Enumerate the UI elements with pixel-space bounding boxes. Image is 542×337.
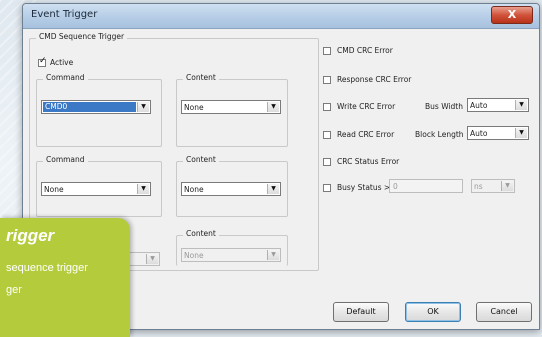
block-length-value: Auto [470, 129, 488, 138]
cmd-crc-error-label: CMD CRC Error [337, 46, 393, 55]
command-select-1[interactable]: CMD0 ▼ [41, 100, 151, 114]
content-label-3: Content [183, 229, 219, 238]
block-length-select[interactable]: Auto ▼ [467, 126, 529, 140]
command-value-1: CMD0 [43, 102, 136, 112]
busy-status-checkbox[interactable] [323, 184, 331, 192]
chevron-down-icon: ▼ [137, 102, 149, 112]
command-select-3[interactable]: ▼ [128, 252, 160, 266]
chevron-down-icon: ▼ [146, 254, 158, 264]
title-bar[interactable]: Event Trigger X [23, 4, 539, 29]
chevron-down-icon: ▼ [267, 102, 279, 112]
read-crc-error-checkbox[interactable] [323, 131, 331, 139]
content-label-2: Content [183, 155, 219, 164]
content-group-2: Content None ▼ [176, 155, 288, 217]
window-title: Event Trigger [31, 9, 98, 20]
response-crc-error-checkbox[interactable] [323, 76, 331, 84]
command-value-2: None [44, 185, 64, 194]
content-group-3: Content None ▼ [176, 229, 288, 266]
command-label-1: Command [43, 73, 88, 82]
crc-status-error-checkbox[interactable] [323, 158, 331, 166]
busy-unit-value: ns [474, 182, 483, 191]
chevron-down-icon: ▼ [515, 128, 527, 138]
read-crc-error-label: Read CRC Error [337, 130, 395, 139]
cmd-crc-error-checkbox[interactable] [323, 47, 331, 55]
callout-line-1: sequence trigger [6, 262, 88, 274]
write-crc-error-checkbox[interactable] [323, 103, 331, 111]
callout-line-2: ger [6, 284, 22, 296]
command-group-2: Command None ▼ [36, 155, 162, 217]
bus-width-select[interactable]: Auto ▼ [467, 98, 529, 112]
content-label-1: Content [183, 73, 219, 82]
busy-unit-select[interactable]: ns ▼ [471, 179, 515, 193]
content-value-2: None [184, 185, 204, 194]
busy-value: 0 [393, 182, 398, 191]
busy-value-input[interactable]: 0 [389, 179, 463, 193]
chevron-down-icon: ▼ [267, 184, 279, 194]
busy-status-label: Busy Status >= [337, 183, 397, 192]
callout-title: rigger [6, 226, 55, 245]
crc-status-error-label: CRC Status Error [337, 157, 400, 166]
default-button[interactable]: Default [333, 302, 389, 322]
content-group-1: Content None ▼ [176, 73, 288, 147]
content-select-2[interactable]: None ▼ [181, 182, 281, 196]
write-crc-error-label: Write CRC Error [337, 102, 396, 111]
promo-callout: rigger sequence trigger ger [0, 218, 130, 337]
bus-width-value: Auto [470, 101, 488, 110]
chevron-down-icon: ▼ [267, 250, 279, 260]
command-group-1: Command CMD0 ▼ [36, 73, 162, 147]
content-value-3: None [184, 251, 204, 260]
chevron-down-icon: ▼ [501, 181, 513, 191]
ok-button[interactable]: OK [405, 302, 461, 322]
cmd-sequence-label: CMD Sequence Trigger [36, 32, 128, 41]
response-crc-error-label: Response CRC Error [337, 75, 412, 84]
active-checkbox[interactable] [38, 56, 47, 67]
content-select-3[interactable]: None ▼ [181, 248, 281, 262]
block-length-label: Block Length [415, 130, 464, 139]
command-label-2: Command [43, 155, 88, 164]
close-icon: X [507, 8, 517, 21]
bus-width-label: Bus Width [425, 102, 463, 111]
active-label: Active [50, 58, 74, 67]
content-select-1[interactable]: None ▼ [181, 100, 281, 114]
chevron-down-icon: ▼ [515, 100, 527, 110]
content-value-1: None [184, 103, 204, 112]
chevron-down-icon: ▼ [137, 184, 149, 194]
cancel-button[interactable]: Cancel [476, 302, 532, 322]
command-select-2[interactable]: None ▼ [41, 182, 151, 196]
close-button[interactable]: X [491, 6, 533, 24]
